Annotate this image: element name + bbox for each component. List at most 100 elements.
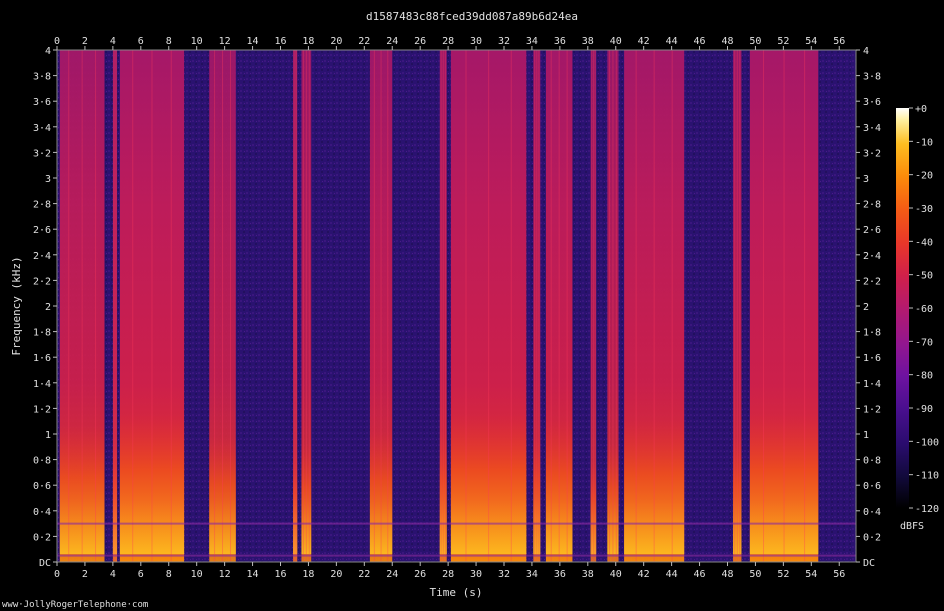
y-tick-label-right: 1·4 [863, 379, 881, 390]
x-tick-label: 18 [302, 569, 314, 580]
x-tick-label: 0 [54, 569, 60, 580]
spectrogram-figure: d1587483c88fced39dd087a89b6d24ea 0 2 4 6 8 10… [2, 10, 939, 610]
x-tick-label: 56 [833, 569, 845, 580]
y-axis-left: DC 0·2 0·4 0·6 0·8 1 1·2 1·4 1·6 1·8 2 2·2 2·4 2·6 2·8… [33, 46, 57, 569]
x-tick-label-top: 42 [638, 36, 650, 47]
x-tick-label-top: 46 [694, 36, 706, 47]
x-tick-label: 26 [414, 569, 426, 580]
colorbar-tick-label: -110 [915, 471, 939, 482]
x-tick-label-top: 50 [749, 36, 761, 47]
x-tick-label-top: 26 [414, 36, 426, 47]
x-tick-label: 34 [526, 569, 538, 580]
x-tick-label: 30 [470, 569, 482, 580]
y-tick-label-right: 3·6 [863, 97, 881, 108]
y-axis-right: DC 0·2 0·4 0·6 0·8 1 1·2 1·4 1·6 1·8 2 2·2 2·4 2·6 2·8… [856, 46, 881, 569]
x-axis-label: Time (s) [430, 586, 483, 599]
x-tick-label-top: 0 [54, 36, 60, 47]
y-tick-label: 3·4 [33, 123, 51, 134]
segments-layer [57, 50, 856, 562]
x-tick-label-top: 28 [442, 36, 454, 47]
y-tick-label-right: 1 [863, 430, 869, 441]
x-tick-label-top: 16 [274, 36, 286, 47]
x-tick-label-top: 12 [219, 36, 231, 47]
y-tick-label: 2·8 [33, 200, 51, 211]
x-tick-label: 8 [166, 569, 172, 580]
colorbar-tick-label: -90 [915, 404, 933, 415]
y-tick-label: 1·6 [33, 353, 51, 364]
x-tick-label-top: 10 [191, 36, 203, 47]
y-tick-label-right: 4 [863, 46, 869, 57]
x-tick-label: 22 [358, 569, 370, 580]
colorbar-tick-label: -120 [915, 504, 939, 515]
plot-area [56, 49, 857, 563]
y-tick-label-right: 3·8 [863, 72, 881, 83]
x-tick-label: 28 [442, 569, 454, 580]
x-tick-label-top: 44 [666, 36, 678, 47]
x-tick-label-top: 2 [82, 36, 88, 47]
credit-text: www·JollyRogerTelephone·com [2, 600, 148, 610]
colorbar-tick-label: -70 [915, 337, 933, 348]
y-tick-label: 2 [45, 302, 51, 313]
x-tick-label-top: 36 [554, 36, 566, 47]
x-tick-label: 46 [694, 569, 706, 580]
chart-title: d1587483c88fced39dd087a89b6d24ea [366, 10, 578, 23]
y-tick-label: 3·2 [33, 148, 51, 159]
y-tick-label: 0·4 [33, 507, 51, 518]
y-tick-label-right: 1·2 [863, 404, 881, 415]
y-tick-label-right: 1·6 [863, 353, 881, 364]
y-tick-label-right: 2·4 [863, 251, 881, 262]
y-tick-label-right: 3·2 [863, 148, 881, 159]
colorbar-tick-label: -10 [915, 137, 933, 148]
y-tick-label-right: 2·8 [863, 200, 881, 211]
y-tick-label: 1 [45, 430, 51, 441]
x-tick-label: 20 [330, 569, 342, 580]
x-tick-label-top: 56 [833, 36, 845, 47]
y-axis-label: Frequency (kHz) [10, 256, 23, 355]
x-axis-bottom: 0 2 4 6 8 10 12 14 16 18 20 22 24 26 28 30 32 34 36 38 40 42 4… [54, 562, 845, 580]
x-tick-label: 36 [554, 569, 566, 580]
colorbar-tick-label: -20 [915, 171, 933, 182]
y-tick-label-right: 1·8 [863, 328, 881, 339]
x-tick-label: 16 [274, 569, 286, 580]
x-tick-label: 2 [82, 569, 88, 580]
x-tick-label: 48 [721, 569, 733, 580]
colorbar-label: dBFS [900, 521, 924, 532]
y-tick-label-right: 0·2 [863, 532, 881, 543]
x-tick-label: 6 [138, 569, 144, 580]
x-tick-label: 40 [610, 569, 622, 580]
x-tick-label-top: 48 [721, 36, 733, 47]
y-tick-label: 1·2 [33, 404, 51, 415]
x-tick-label-top: 52 [777, 36, 789, 47]
x-tick-label-top: 8 [166, 36, 172, 47]
x-tick-label: 10 [191, 569, 203, 580]
x-tick-label-top: 18 [302, 36, 314, 47]
x-tick-label: 42 [638, 569, 650, 580]
y-tick-label: 1·8 [33, 328, 51, 339]
y-tick-label: 2·4 [33, 251, 51, 262]
colorbar-tick-label: -100 [915, 437, 939, 448]
x-tick-label: 50 [749, 569, 761, 580]
y-tick-label-right: 2·2 [863, 276, 881, 287]
x-tick-label-top: 38 [582, 36, 594, 47]
x-tick-label-top: 24 [386, 36, 398, 47]
y-tick-label-right: DC [863, 558, 875, 569]
y-tick-label: 0·6 [33, 481, 51, 492]
x-tick-label: 38 [582, 569, 594, 580]
y-tick-label-right: 2·6 [863, 225, 881, 236]
colorbar-tick-label: -40 [915, 237, 933, 248]
x-tick-label: 12 [219, 569, 231, 580]
x-tick-label: 52 [777, 569, 789, 580]
colorbar-tick-label: -50 [915, 271, 933, 282]
x-tick-label: 24 [386, 569, 398, 580]
y-tick-label: DC [39, 558, 51, 569]
x-tick-label: 32 [498, 569, 510, 580]
y-tick-label-right: 3 [863, 174, 869, 185]
x-tick-label: 44 [666, 569, 678, 580]
y-tick-label: 3·8 [33, 72, 51, 83]
x-tick-label-top: 4 [110, 36, 116, 47]
colorbar: +0 -10 -20 -30 -40 -50 -60 -70 -80 -90 -100 -110 -12… [896, 104, 939, 532]
y-tick-label: 1·4 [33, 379, 51, 390]
y-tick-label: 3 [45, 174, 51, 185]
x-tick-label-top: 6 [138, 36, 144, 47]
x-tick-label-top: 22 [358, 36, 370, 47]
